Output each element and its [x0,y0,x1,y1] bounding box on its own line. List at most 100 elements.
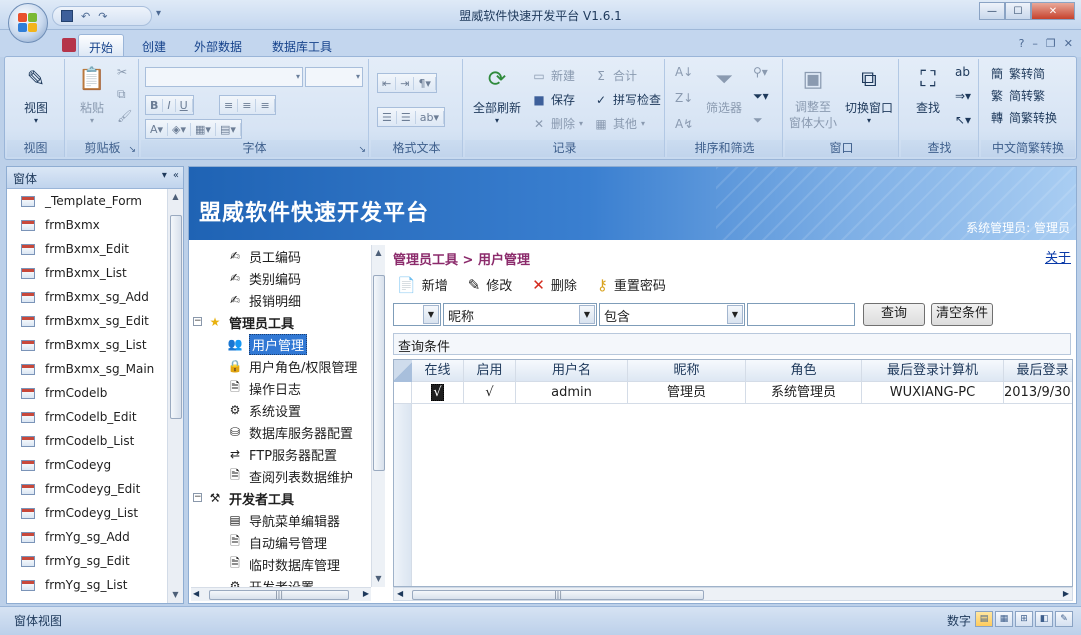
goto-icon[interactable]: ⇒▾ [955,89,971,103]
tab-database-tools[interactable]: 数据库工具 [262,34,342,57]
switch-windows-button[interactable]: ⧉ 切换窗口 ▾ [841,63,897,126]
spelling-button[interactable]: ✓ 拼写检查 [593,91,661,108]
tree-node[interactable]: ✍ 员工编码 [227,245,301,267]
format-painter-icon[interactable]: 🖌 [117,109,132,123]
collapse-icon[interactable]: − [193,317,202,326]
navpane-form-item[interactable]: frmCodeyg_Edit [7,477,167,501]
underline-button[interactable]: U [176,98,193,112]
grid-cell[interactable]: √ [412,382,464,404]
bullet-list-icon[interactable]: ☰ [397,110,416,124]
navpane-form-item[interactable]: frmCodeyg [7,453,167,477]
alternate-fill-icon[interactable]: ▤▾ [216,122,241,136]
rtl-icon[interactable]: ¶▾ [414,76,436,90]
font-color-icon[interactable]: A▾ [146,122,169,136]
grid-cell[interactable]: 系统管理员 [746,382,862,404]
font-name-combo[interactable]: ▾ [145,67,303,87]
navpane-header[interactable]: 窗体 ▾ « [7,167,183,189]
totals-button[interactable]: Σ 合计 [593,67,637,84]
minimize-button[interactable]: — [979,2,1005,20]
scroll-down-icon[interactable]: ▼ [168,587,183,603]
ribbon-restore-button[interactable]: ❐ [1046,37,1056,50]
scroll-left-icon[interactable]: ◀ [193,589,199,598]
cut-icon[interactable]: ✂ [117,65,127,79]
align-right-icon[interactable]: ≡ [256,98,275,112]
save-record-button[interactable]: ■ 保存 [531,91,575,108]
align-center-icon[interactable]: ≡ [238,98,257,112]
tree-node[interactable]: 🔒 用户角色/权限管理 [227,355,358,377]
view-button[interactable]: ✎ 视图 ▾ [11,63,61,126]
tree-node[interactable]: 🗎 查阅列表数据维护 [227,465,353,487]
select-all-corner[interactable] [394,360,412,382]
sort-descending-icon[interactable]: Z↓ [675,91,693,105]
navpane-form-item[interactable]: frmCodeyg_List [7,501,167,525]
tree-node[interactable]: ✍ 类别编码 [227,267,301,289]
dialog-launcher-icon[interactable]: ↘ [358,145,366,155]
grid-column-header[interactable]: 昵称 [628,360,746,382]
increase-indent-icon[interactable]: ⇥ [396,76,415,90]
navpane-menu-icon[interactable]: ▾ [162,170,167,181]
scroll-up-icon[interactable]: ▲ [168,189,183,205]
office-button[interactable] [8,3,48,43]
fit-to-form-button[interactable]: ▣ 调整至 窗体大小 [785,63,841,131]
navpane-form-item[interactable]: frmBxmx_sg_Add [7,285,167,309]
replace-icon[interactable]: ab [955,65,970,79]
simplified-to-traditional-button[interactable]: 繁简转繁 [989,87,1045,104]
scroll-right-icon[interactable]: ▶ [1063,589,1069,598]
dialog-launcher-icon[interactable]: ↘ [128,145,136,155]
tree-node[interactable]: ⇄ FTP服务器配置 [227,443,337,465]
navpane-form-item[interactable]: frmBxmx_List [7,261,167,285]
gridlines-icon[interactable]: ▦▾ [191,122,216,136]
font-size-combo[interactable]: ▾ [305,67,363,87]
about-link[interactable]: 关于 [1045,247,1071,266]
navpane-form-item[interactable]: frmCodelb_List [7,429,167,453]
field-select[interactable]: 昵称 ▼ [443,303,597,326]
maximize-button[interactable]: ☐ [1005,2,1031,20]
copy-icon[interactable]: ⧉ [117,87,126,102]
tree-node[interactable]: ✍ 报销明细 [227,289,301,311]
new-record-button[interactable]: ▭ 新建 [531,67,575,84]
selection-filter-icon[interactable]: ⚲▾ [753,65,768,79]
tree-group-node[interactable]: ⚒ 开发者工具 [207,487,294,509]
tree-node[interactable]: ⛁ 数据库服务器配置 [227,421,353,443]
fill-color-icon[interactable]: ◈▾ [168,122,192,136]
table-row[interactable]: √ √ admin 管理员 系统管理员 WUXIANG-PC 2013/9/30 [394,382,1072,404]
datasheet-view-icon[interactable]: ▦ [995,611,1013,627]
navpane-form-item[interactable]: _Template_Form [7,189,167,213]
more-button[interactable]: ▦ 其他 ▾ [593,115,645,132]
tree-vertical-scrollbar[interactable]: ▲ ▼ [371,245,385,587]
clear-conditions-button[interactable]: 清空条件 [931,303,993,326]
tree-node[interactable]: 👥 用户管理 [227,333,308,355]
navpane-form-item[interactable]: frmYg_sg_List [7,573,167,597]
tree-node[interactable]: ⚙ 系统设置 [227,399,301,421]
grid-cell[interactable]: 管理员 [628,382,746,404]
tree-node[interactable]: 🗎 操作日志 [227,377,301,399]
reset-password-button[interactable]: ⚷ 重置密码 [597,275,666,295]
navpane-form-item[interactable]: frmYg_sg_Main [7,597,167,603]
tree-group-node[interactable]: ★ 管理员工具 [207,311,294,333]
paste-button[interactable]: 📋 粘贴 ▾ [67,63,117,126]
layout-view-icon[interactable]: ◧ [1035,611,1053,627]
toggle-filter-icon[interactable]: ⏷ [753,113,763,128]
tree-node[interactable]: ▤ 导航菜单编辑器 [227,509,340,531]
select-icon[interactable]: ↖▾ [955,113,971,127]
grid-horizontal-scrollbar[interactable]: ◀ ||| ▶ [393,587,1073,601]
grid-column-header[interactable]: 最后登录 [1004,360,1072,382]
grid-cell[interactable]: WUXIANG-PC [862,382,1004,404]
tab-home[interactable]: 开始 [78,34,125,57]
tree-node[interactable]: 🗎 临时数据库管理 [227,553,340,575]
navpane-form-item[interactable]: frmBxmx_sg_Edit [7,309,167,333]
navpane-form-item[interactable]: frmCodelb_Edit [7,405,167,429]
scroll-thumb[interactable]: ||| [412,590,704,600]
scroll-thumb[interactable] [170,215,182,419]
query-button[interactable]: 查询 [863,303,925,326]
design-view-icon[interactable]: ✎ [1055,611,1073,627]
grid-column-header[interactable]: 在线 [412,360,464,382]
ribbon-minimize-button[interactable]: – [1032,37,1038,50]
navpane-form-item[interactable]: frmYg_sg_Add [7,525,167,549]
navpane-form-item[interactable]: frmYg_sg_Edit [7,549,167,573]
filter-value-input[interactable] [747,303,855,326]
ribbon-close-button[interactable]: ✕ [1064,37,1073,50]
navpane-form-item[interactable]: frmBxmx_Edit [7,237,167,261]
tree-node[interactable]: 🗎 自动编号管理 [227,531,327,553]
collapse-icon[interactable]: − [193,493,202,502]
